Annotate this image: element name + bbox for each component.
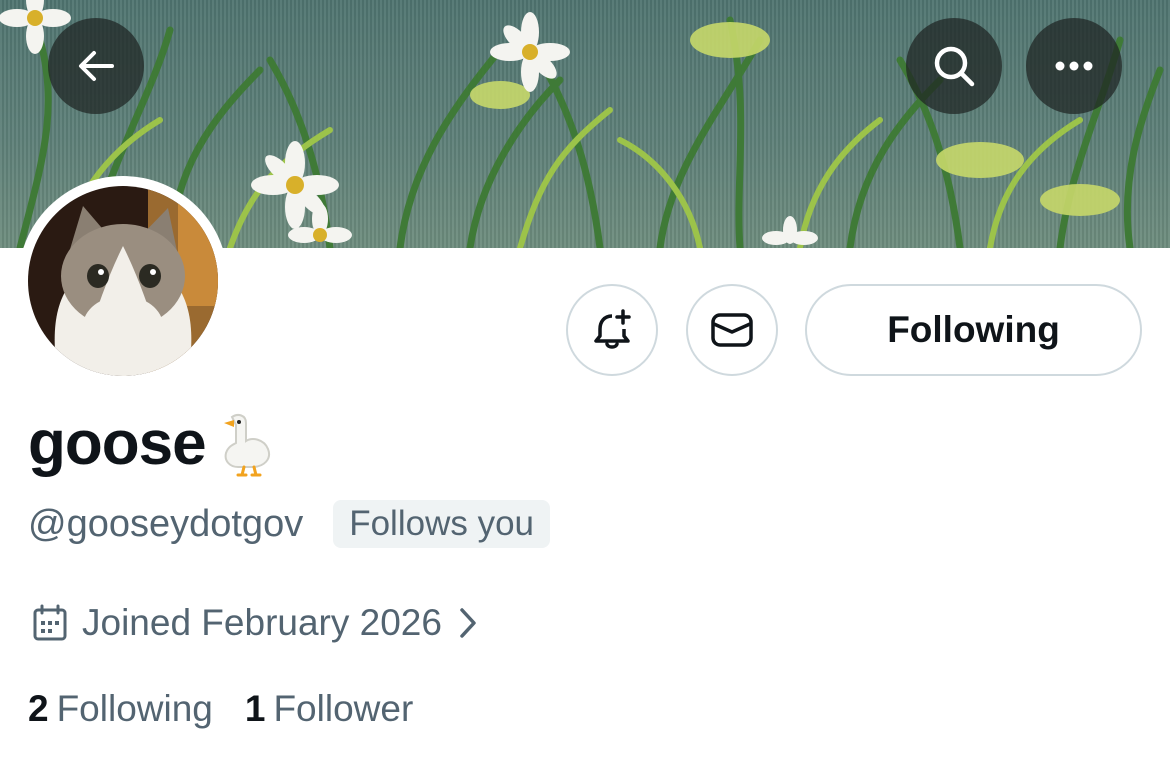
followers-count-link[interactable]: 1 Follower	[245, 688, 413, 730]
followers-count: 1	[244, 688, 266, 729]
follows-you-badge: Follows you	[333, 500, 550, 548]
user-handle: @gooseydotgov	[28, 502, 304, 545]
display-name-row: goose	[28, 408, 274, 479]
following-button-label: Following	[887, 309, 1060, 350]
chevron-right-icon	[460, 608, 476, 638]
message-button[interactable]	[686, 284, 778, 376]
notifications-button[interactable]	[566, 284, 658, 376]
cat-avatar-photo	[28, 186, 218, 376]
arrow-left-icon	[79, 51, 114, 81]
search-button[interactable]	[906, 18, 1002, 114]
envelope-icon	[711, 313, 753, 347]
back-button[interactable]	[48, 18, 144, 114]
following-count-link[interactable]: 2 Following	[28, 688, 213, 730]
following-count: 2	[28, 688, 49, 729]
avatar-image	[28, 186, 218, 376]
more-horizontal-icon	[1055, 61, 1093, 71]
search-icon	[934, 46, 975, 87]
bell-plus-icon	[594, 309, 631, 349]
display-name: goose	[28, 409, 207, 478]
handle-row: @gooseydotgov Follows you	[28, 500, 550, 548]
more-options-button[interactable]	[1026, 18, 1122, 114]
goose-emoji	[223, 413, 270, 476]
following-button[interactable]: Following	[805, 284, 1142, 376]
following-label: Following	[56, 688, 213, 729]
joined-date-link[interactable]: Joined February 2026	[32, 602, 478, 644]
followers-label: Follower	[273, 688, 414, 729]
joined-date-text: Joined February 2026	[82, 602, 442, 643]
follow-stats: 2 Following 1 Follower	[28, 688, 413, 730]
calendar-icon	[33, 604, 67, 641]
avatar[interactable]	[18, 176, 228, 386]
